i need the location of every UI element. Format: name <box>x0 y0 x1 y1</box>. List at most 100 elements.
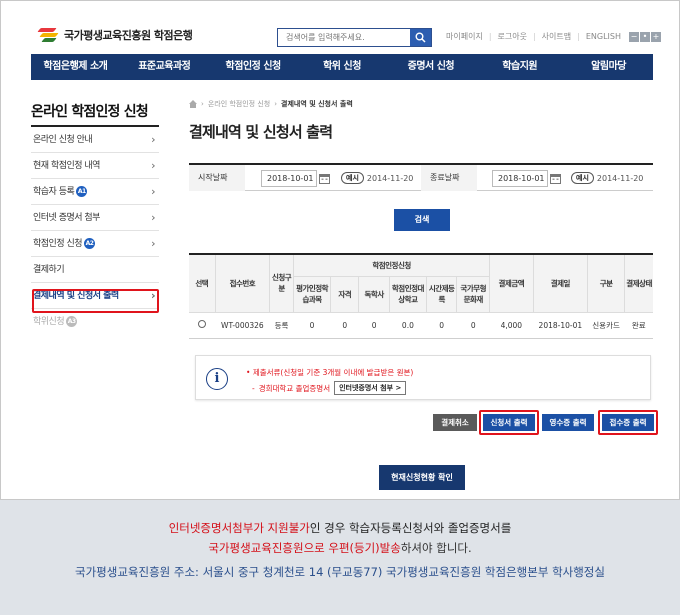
start-date-label: 시작날짜 <box>189 165 245 191</box>
col-sub: 학점인정대상학교 <box>388 275 427 313</box>
search-icon <box>415 32 426 43</box>
breadcrumb-item[interactable]: 온라인 학점인정 신청 <box>208 99 270 109</box>
chevron-right-icon: › <box>151 159 155 172</box>
breadcrumb-separator: › <box>201 100 204 108</box>
sidebar-item-label: 학위신청 <box>33 317 65 327</box>
link-logout[interactable]: 로그아웃 <box>498 31 527 42</box>
sidebar-item-credit-apply[interactable]: 학점인정 신청 A2 › <box>31 231 159 257</box>
caption-text: 인 경우 학습자등록신청서와 졸업증명서를 <box>309 521 512 535</box>
sidebar-item-label: 결제하기 <box>33 265 65 275</box>
start-date-example: 예시 2014-11-20 <box>341 172 413 184</box>
sidebar-item-label: 학점인정 신청 <box>33 239 83 249</box>
attach-certificate-button[interactable]: 인터넷증명서 첨부 > <box>334 381 407 395</box>
highlight-box <box>479 410 539 435</box>
col-sub: 시간제등록 <box>425 275 458 313</box>
cell-sub: 0 <box>293 312 331 339</box>
chevron-right-icon: › <box>151 237 155 250</box>
sidebar-title: 온라인 학점인정 신청 <box>31 104 149 120</box>
print-receipt-button[interactable]: 영수증 출력 <box>542 414 594 431</box>
start-date-input[interactable]: 2018-10-01 <box>261 170 317 187</box>
home-icon[interactable] <box>189 100 197 108</box>
sidebar-item-attach-certificate[interactable]: 인터넷 증명서 첨부 › <box>31 205 159 231</box>
breadcrumb-current: 결제내역 및 신청서 출력 <box>281 100 353 108</box>
cell-amount: 4,000 <box>489 312 534 339</box>
cell-pay-date: 2018-10-01 <box>533 312 588 339</box>
cancel-payment-button[interactable]: 결제취소 <box>433 414 477 431</box>
caption-text: 하셔야 합니다. <box>400 541 472 555</box>
col-kind: 구분 <box>587 253 626 313</box>
cell-sub: 0 <box>330 312 359 339</box>
link-mypage[interactable]: 마이페이지 <box>446 31 483 42</box>
example-value: 2014-11-20 <box>366 173 414 183</box>
end-date-example: 예시 2014-11-20 <box>571 172 643 184</box>
font-smaller-button[interactable]: − <box>628 31 639 42</box>
nav-item-curriculum[interactable]: 표준교육과정 <box>120 54 209 80</box>
notice-line: - 경희대학교 졸업증명서 인터넷증명서 첨부 > <box>252 381 407 395</box>
calendar-icon[interactable] <box>548 170 562 187</box>
cell-status: 완료 <box>624 312 653 339</box>
example-value: 2014-11-20 <box>596 173 644 183</box>
nav-item-degree-apply[interactable]: 학위 신청 <box>298 54 387 80</box>
nav-item-intro[interactable]: 학점은행제 소개 <box>31 54 120 80</box>
col-pay-date: 결제일 <box>532 253 589 313</box>
link-sitemap[interactable]: 사이트맵 <box>542 31 571 42</box>
sidebar-item-learner-register[interactable]: 학습자 등록 A1 › <box>31 179 159 205</box>
sidebar-item-guide[interactable]: 온라인 신청 안내 › <box>31 127 159 153</box>
cell-sub: 0 <box>426 312 457 339</box>
example-tag: 예시 <box>341 172 364 184</box>
caption-address: 국가평생교육진흥원 주소: 서울시 중구 청계천로 14 (무교동77) 국가평… <box>75 565 605 579</box>
main-nav: 학점은행제 소개 표준교육과정 학점인정 신청 학위 신청 증명서 신청 학습지… <box>31 54 653 80</box>
notice-doc-label: 경희대학교 졸업증명서 <box>258 383 331 393</box>
link-english[interactable]: ENGLISH <box>586 32 621 41</box>
table-row[interactable]: WT-000326 등록 0 0 0 0.0 0 0 4,000 2018-10… <box>189 312 653 339</box>
nav-item-support[interactable]: 학습지원 <box>475 54 564 80</box>
search-input[interactable] <box>278 29 410 46</box>
date-filter: 시작날짜 2018-10-01 예시 2014-11-20 종료날짜 2018-1… <box>189 163 653 191</box>
col-select: 선택 <box>189 253 216 313</box>
logo-mark-icon <box>37 28 59 42</box>
check-status-button[interactable]: 현재신청현황 확인 <box>379 465 465 490</box>
utility-links: 마이페이지 | 로그아웃 | 사이트맵 | ENGLISH − • + <box>446 31 661 42</box>
highlight-box <box>598 410 658 435</box>
breadcrumb-separator: › <box>274 100 278 108</box>
col-sub: 자격 <box>330 275 360 313</box>
nav-item-certificate[interactable]: 증명서 신청 <box>386 54 475 80</box>
col-sub: 국가무형문화재 <box>456 275 490 313</box>
row-radio[interactable] <box>189 312 216 339</box>
nav-item-notice[interactable]: 알림마당 <box>564 54 653 80</box>
payment-table: 선택 접수번호 신청구분 학점인정신청 결제금액 결제일 구분 결제상태 평가인… <box>189 253 653 339</box>
col-apply-type: 신청구분 <box>269 253 295 313</box>
breadcrumb: › 온라인 학점인정 신청 › 결제내역 및 신청서 출력 <box>189 99 353 109</box>
cell-apply-type: 등록 <box>269 312 294 339</box>
font-reset-button[interactable]: • <box>639 31 650 42</box>
caption-line: 국가평생교육진흥원으로 우편(등기)발송하셔야 합니다. <box>0 538 680 558</box>
divider: | <box>532 32 536 41</box>
chevron-right-icon: › <box>151 133 155 146</box>
site-search <box>277 28 432 47</box>
search-button[interactable] <box>410 29 431 46</box>
col-sub: 평가인정학습과목 <box>293 275 332 313</box>
caption-line: 인터넷증명서첨부가 지원불가인 경우 학습자등록신청서와 졸업증명서를 <box>0 518 680 538</box>
sidebar-item-current[interactable]: 현재 학점인정 내역 › <box>31 153 159 179</box>
notice-line: • 제출서류(신청일 기준 3개월 이내에 발급받은 원본) <box>246 368 414 377</box>
logo-text: 국가평생교육진흥원 학점은행 <box>64 29 193 42</box>
step-badge: A3 <box>66 316 78 327</box>
calendar-icon[interactable] <box>317 170 331 187</box>
col-receipt-no: 접수번호 <box>214 253 271 313</box>
site-logo[interactable]: 국가평생교육진흥원 학점은행 <box>37 28 193 42</box>
cell-receipt-no: WT-000326 <box>215 312 270 339</box>
end-date-input[interactable]: 2018-10-01 <box>492 170 548 187</box>
font-size-controls: − • + <box>628 31 661 42</box>
page-title: 결제내역 및 신청서 출력 <box>189 123 333 141</box>
col-group-credit: 학점인정신청 <box>293 253 491 277</box>
sidebar-item-payment[interactable]: 결제하기 <box>31 257 159 283</box>
divider: | <box>577 32 580 41</box>
cell-sub: 0.0 <box>389 312 427 339</box>
info-icon: i <box>206 368 228 390</box>
nav-item-credit-apply[interactable]: 학점인정 신청 <box>209 54 298 80</box>
col-status: 결제상태 <box>624 253 653 313</box>
notice-box: i • 제출서류(신청일 기준 3개월 이내에 발급받은 원본) - 경희대학교… <box>195 355 651 400</box>
font-larger-button[interactable]: + <box>650 31 661 42</box>
search-submit-button[interactable]: 검색 <box>394 209 450 231</box>
chevron-right-icon: › <box>151 185 155 198</box>
